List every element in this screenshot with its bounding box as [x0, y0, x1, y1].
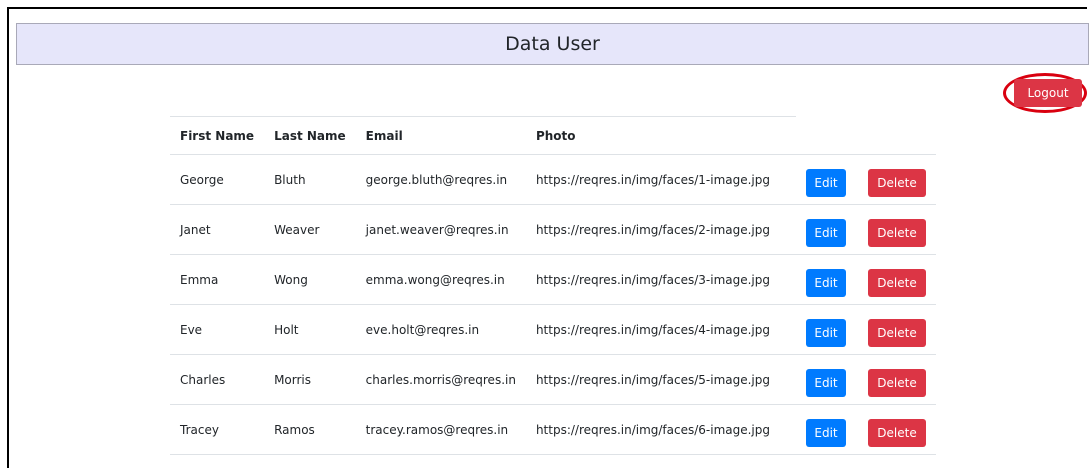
cell-edit: Edit — [796, 204, 854, 255]
table-row: Emma Wong emma.wong@reqres.in https://re… — [170, 254, 936, 305]
cell-edit: Edit — [796, 304, 854, 355]
cell-email: tracey.ramos@reqres.in — [355, 404, 526, 455]
cell-photo: https://reqres.in/img/faces/4-image.jpg — [525, 304, 796, 355]
cell-first-name: Janet — [170, 204, 265, 255]
cell-email: janet.weaver@reqres.in — [355, 204, 526, 255]
edit-button[interactable]: Edit — [806, 418, 846, 447]
delete-button[interactable]: Delete — [868, 418, 926, 447]
edit-button[interactable]: Edit — [806, 168, 846, 197]
column-header-photo: Photo — [525, 116, 796, 155]
users-table-container: First Name Last Name Email Photo George … — [170, 116, 936, 455]
cell-last-name: Holt — [264, 304, 356, 355]
cell-photo: https://reqres.in/img/faces/3-image.jpg — [525, 254, 796, 305]
table-header-row: First Name Last Name Email Photo — [170, 116, 936, 155]
cell-edit: Edit — [796, 154, 854, 205]
cell-last-name: Wong — [264, 254, 356, 305]
page-title: Data User — [505, 33, 600, 55]
cell-first-name: Emma — [170, 254, 265, 305]
cell-last-name: Morris — [264, 354, 356, 405]
table-row: George Bluth george.bluth@reqres.in http… — [170, 154, 936, 205]
cell-delete: Delete — [854, 404, 936, 455]
cell-email: eve.holt@reqres.in — [355, 304, 526, 355]
column-header-email: Email — [355, 116, 526, 155]
cell-edit: Edit — [796, 404, 854, 455]
cell-edit: Edit — [796, 254, 854, 305]
cell-delete: Delete — [854, 304, 936, 355]
cell-delete: Delete — [854, 354, 936, 405]
cell-first-name: George — [170, 154, 265, 205]
cell-photo: https://reqres.in/img/faces/1-image.jpg — [525, 154, 796, 205]
edit-button[interactable]: Edit — [806, 368, 846, 397]
cell-first-name: Eve — [170, 304, 265, 355]
cell-edit: Edit — [796, 354, 854, 405]
cell-delete: Delete — [854, 254, 936, 305]
cell-delete: Delete — [854, 204, 936, 255]
delete-button[interactable]: Delete — [868, 218, 926, 247]
column-header-delete — [854, 116, 936, 155]
cell-first-name: Charles — [170, 354, 265, 405]
cell-photo: https://reqres.in/img/faces/6-image.jpg — [525, 404, 796, 455]
delete-button[interactable]: Delete — [868, 168, 926, 197]
column-header-edit — [796, 116, 854, 155]
column-header-first-name: First Name — [170, 116, 265, 155]
column-header-last-name: Last Name — [264, 116, 356, 155]
users-table: First Name Last Name Email Photo George … — [170, 116, 936, 455]
delete-button[interactable]: Delete — [868, 318, 926, 347]
edit-button[interactable]: Edit — [806, 218, 846, 247]
cell-email: emma.wong@reqres.in — [355, 254, 526, 305]
table-row: Tracey Ramos tracey.ramos@reqres.in http… — [170, 404, 936, 455]
edit-button[interactable]: Edit — [806, 268, 846, 297]
cell-last-name: Weaver — [264, 204, 356, 255]
cell-email: charles.morris@reqres.in — [355, 354, 526, 405]
delete-button[interactable]: Delete — [868, 368, 926, 397]
cell-last-name: Ramos — [264, 404, 356, 455]
delete-button[interactable]: Delete — [868, 268, 926, 297]
page-header: Data User — [16, 23, 1089, 65]
cell-last-name: Bluth — [264, 154, 356, 205]
table-row: Charles Morris charles.morris@reqres.in … — [170, 354, 936, 405]
cell-photo: https://reqres.in/img/faces/5-image.jpg — [525, 354, 796, 405]
cell-delete: Delete — [854, 154, 936, 205]
cell-email: george.bluth@reqres.in — [355, 154, 526, 205]
cell-first-name: Tracey — [170, 404, 265, 455]
table-row: Janet Weaver janet.weaver@reqres.in http… — [170, 204, 936, 255]
edit-button[interactable]: Edit — [806, 318, 846, 347]
cell-photo: https://reqres.in/img/faces/2-image.jpg — [525, 204, 796, 255]
table-row: Eve Holt eve.holt@reqres.in https://reqr… — [170, 304, 936, 355]
logout-button[interactable]: Logout — [1014, 79, 1082, 107]
